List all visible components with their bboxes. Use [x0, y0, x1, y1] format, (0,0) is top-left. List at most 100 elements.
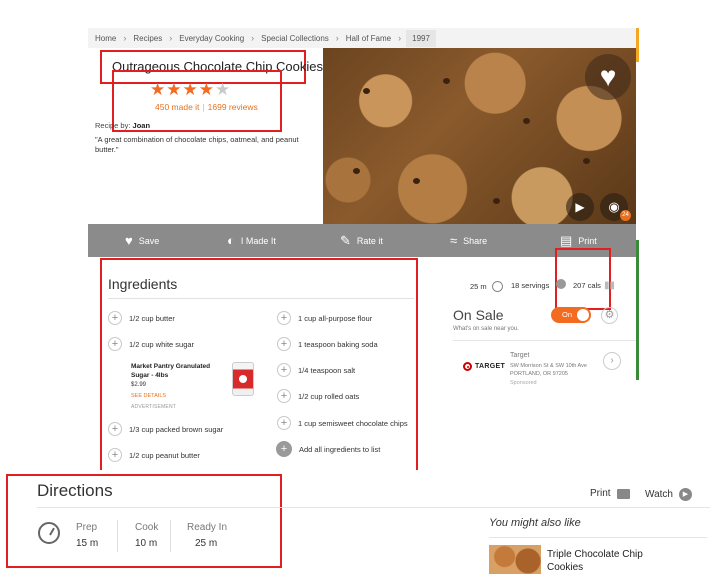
made-it-count[interactable]: 450 made it — [155, 102, 199, 112]
calories[interactable]: 207 cals — [573, 281, 601, 290]
divider — [170, 520, 171, 552]
ingredient-item[interactable]: +1/2 cup butter — [108, 311, 175, 325]
ready-value: 25 m — [195, 538, 218, 549]
related-recipe-thumbnail[interactable] — [489, 545, 541, 574]
nutrition-chart-icon[interactable]: ▮▮ — [604, 280, 615, 291]
breadcrumb-special-collections[interactable]: Special Collections — [261, 34, 329, 43]
calories-icon — [556, 279, 566, 289]
ad-see-details-link[interactable]: SEE DETAILS — [131, 393, 166, 399]
ingredient-item[interactable]: +1/3 cup packed brown sugar — [108, 422, 223, 436]
cook-label: Cook — [135, 522, 159, 533]
divider — [489, 537, 707, 538]
add-ingredient-icon[interactable]: + — [108, 337, 122, 351]
star-icon: ★ — [182, 80, 199, 99]
half-star-icon: ★ — [215, 80, 232, 99]
ingredient-item[interactable]: +1/2 cup peanut butter — [108, 448, 200, 462]
add-ingredient-icon[interactable]: + — [108, 448, 122, 462]
breadcrumb-home[interactable]: Home — [95, 34, 116, 43]
photo-count-badge: 24 — [620, 210, 631, 221]
chevron-right-icon: › — [335, 33, 339, 43]
add-ingredient-icon[interactable]: + — [277, 363, 291, 377]
store-name[interactable]: Target — [510, 352, 529, 359]
star-icon: ★ — [150, 80, 167, 99]
watch-video-button[interactable]: Watch ▶ — [645, 488, 692, 501]
also-like-title: You might also like — [489, 517, 581, 529]
add-ingredient-icon[interactable]: + — [108, 311, 122, 325]
play-icon: ▶ — [678, 488, 692, 501]
share-icon: ≈ — [450, 233, 458, 248]
add-ingredient-icon[interactable]: + — [277, 389, 291, 403]
directions-title: Directions — [37, 481, 113, 500]
gear-icon[interactable]: ⚙ — [601, 307, 618, 324]
ingredient-item[interactable]: +1 teaspoon baking soda — [277, 337, 378, 351]
breadcrumb-everyday-cooking[interactable]: Everyday Cooking — [179, 34, 244, 43]
store-address: SW Morrison St & SW 10th Ave PORTLAND, O… — [510, 363, 587, 377]
breadcrumb: Home › Recipes › Everyday Cooking › Spec… — [88, 28, 636, 48]
reviews-count[interactable]: 1699 reviews — [208, 102, 258, 112]
print-directions-button[interactable]: Print — [590, 488, 630, 499]
heart-icon: ♥ — [125, 233, 133, 248]
total-time: 25 m — [470, 281, 511, 292]
breadcrumb-hall-of-fame[interactable]: Hall of Fame — [346, 34, 391, 43]
recipe-description: "A great combination of chocolate chips,… — [95, 135, 299, 154]
target-logo: TARGET — [463, 362, 505, 371]
star-icon: ★ — [166, 80, 183, 99]
chip-decoration — [493, 198, 500, 204]
print-icon: ▤ — [560, 232, 573, 248]
ready-label: Ready In — [187, 522, 228, 533]
ingredient-item[interactable]: +1 cup all-purpose flour — [277, 311, 372, 325]
add-ingredient-icon[interactable]: + — [277, 416, 291, 430]
clock-icon — [491, 281, 503, 292]
edge-strip — [636, 28, 639, 62]
action-bar: ♥ Save ◐ I Made It ✎ Rate it ≈ Share ▤ P… — [88, 224, 636, 257]
made-it-button[interactable]: ◐ I Made It — [227, 224, 276, 257]
page: Home › Recipes › Everyday Cooking › Spec… — [0, 0, 726, 574]
chip-decoration — [353, 168, 360, 174]
chip-decoration — [443, 78, 450, 84]
ingredient-item[interactable]: +1 cup semisweet chocolate chips — [277, 416, 408, 430]
ingredient-item[interactable]: +1/2 cup rolled oats — [277, 389, 359, 403]
chip-decoration — [523, 118, 530, 124]
divider — [37, 507, 710, 508]
add-ingredient-icon[interactable]: + — [108, 422, 122, 436]
rating-counts: 450 made it | 1699 reviews — [155, 102, 258, 112]
chevron-right-icon: › — [169, 33, 173, 43]
servings[interactable]: 18 servings — [511, 281, 549, 290]
favorite-heart-icon[interactable]: ♥ — [585, 54, 631, 100]
divider — [117, 520, 118, 552]
star-rating[interactable]: ★★★★★ — [150, 80, 231, 100]
rate-it-button[interactable]: ✎ Rate it — [340, 224, 383, 257]
chip-decoration — [363, 88, 370, 94]
share-button[interactable]: ≈ Share — [450, 224, 487, 257]
on-sale-toggle[interactable]: On — [551, 307, 591, 323]
chevron-right-icon[interactable]: › — [603, 352, 621, 370]
prep-label: Prep — [76, 522, 98, 533]
add-ingredient-icon[interactable]: + — [277, 311, 291, 325]
cook-value: 10 m — [135, 538, 158, 549]
chevron-right-icon: › — [398, 33, 402, 43]
chip-decoration — [583, 158, 590, 164]
breadcrumb-recipes[interactable]: Recipes — [133, 34, 162, 43]
ingredient-item[interactable]: +1/4 teaspoon salt — [277, 363, 355, 377]
recipe-byline: Recipe by: Joan — [95, 121, 150, 130]
ad-product-name[interactable]: Market Pantry Granulated Sugar - 4lbs — [131, 362, 223, 380]
print-icon — [616, 488, 630, 499]
sugar-bag-image[interactable] — [232, 362, 254, 396]
made-it-icon: ◐ — [227, 233, 235, 248]
author-name[interactable]: Joan — [133, 121, 151, 130]
divider — [453, 340, 636, 341]
sponsored-label: Sponsored — [510, 380, 537, 386]
ingredient-item[interactable]: +1/2 cup white sugar — [108, 337, 194, 351]
on-sale-subtitle: What's on sale near you. — [453, 326, 519, 332]
play-icon[interactable]: ▶ — [566, 193, 594, 221]
save-button[interactable]: ♥ Save — [125, 224, 159, 257]
prep-value: 15 m — [76, 538, 99, 549]
add-ingredient-icon[interactable]: + — [277, 337, 291, 351]
stopwatch-icon — [38, 522, 60, 544]
rate-icon: ✎ — [340, 232, 351, 248]
target-bullseye-icon — [463, 362, 472, 371]
related-recipe-title[interactable]: Triple Chocolate Chip Cookies — [547, 548, 657, 574]
chip-decoration — [413, 178, 420, 184]
ad-label: ADVERTISEMENT — [131, 404, 177, 410]
add-all-ingredients-button[interactable]: + Add all ingredients to list — [276, 441, 380, 457]
